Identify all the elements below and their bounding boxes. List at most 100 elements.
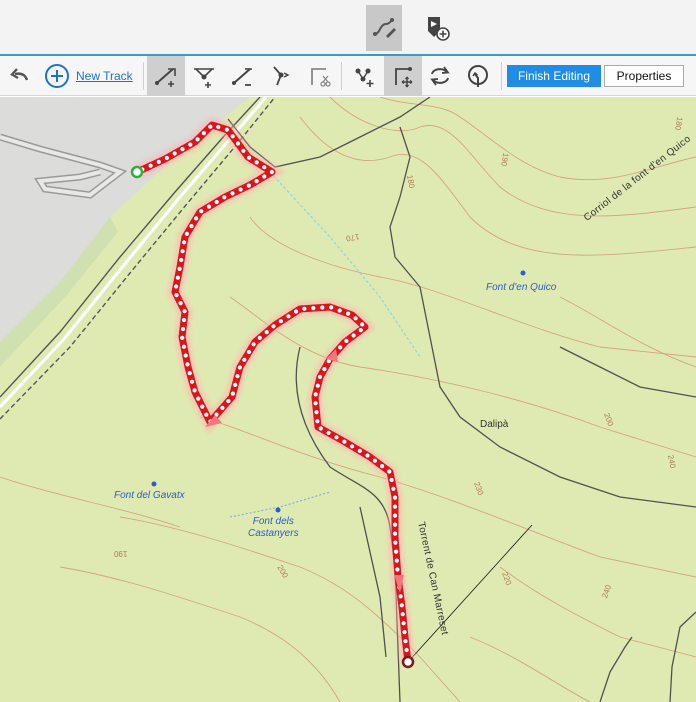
- track-point[interactable]: [337, 308, 342, 313]
- undo-button[interactable]: [2, 56, 38, 96]
- track-point[interactable]: [226, 399, 231, 404]
- track-point[interactable]: [322, 367, 327, 372]
- track-point[interactable]: [399, 603, 404, 608]
- track-point[interactable]: [246, 349, 252, 355]
- track-point[interactable]: [262, 165, 267, 170]
- track-point[interactable]: [317, 374, 323, 379]
- track-point[interactable]: [393, 540, 398, 545]
- track-point[interactable]: [358, 328, 363, 333]
- track-point[interactable]: [403, 639, 408, 644]
- track-point[interactable]: [238, 187, 243, 192]
- track-point[interactable]: [402, 630, 407, 635]
- track-point[interactable]: [257, 335, 262, 340]
- track-start-marker[interactable]: [130, 165, 144, 179]
- track-point[interactable]: [392, 504, 398, 509]
- track-point[interactable]: [315, 419, 320, 424]
- track-point[interactable]: [314, 410, 319, 415]
- track-point[interactable]: [344, 338, 349, 343]
- track-point[interactable]: [214, 199, 219, 205]
- insert-point-tool[interactable]: [185, 56, 223, 96]
- track-point[interactable]: [190, 379, 195, 384]
- track-point[interactable]: [398, 594, 403, 599]
- track-point[interactable]: [315, 383, 320, 388]
- track-point[interactable]: [182, 309, 187, 314]
- track-point[interactable]: [392, 522, 398, 527]
- map-canvas[interactable]: [0, 97, 696, 702]
- track-point[interactable]: [185, 362, 190, 367]
- track-point[interactable]: [189, 224, 194, 229]
- track-point[interactable]: [329, 305, 334, 310]
- track-point[interactable]: [241, 148, 246, 153]
- track-point[interactable]: [342, 439, 347, 444]
- track-point[interactable]: [251, 342, 256, 347]
- track-point[interactable]: [235, 374, 240, 379]
- track-point[interactable]: [195, 137, 200, 142]
- track-point[interactable]: [194, 216, 199, 221]
- track-point[interactable]: [311, 306, 316, 311]
- map-view[interactable]: Font d'en Quico Font del Gavatx Font del…: [0, 97, 696, 702]
- track-point[interactable]: [230, 391, 235, 396]
- track-point[interactable]: [216, 124, 221, 130]
- move-point-tool[interactable]: [262, 56, 300, 96]
- track-point[interactable]: [302, 306, 307, 311]
- loop-track-tool[interactable]: [459, 56, 497, 96]
- track-point[interactable]: [394, 558, 399, 563]
- track-point[interactable]: [201, 131, 206, 136]
- track-point[interactable]: [184, 231, 189, 236]
- track-point[interactable]: [404, 647, 409, 653]
- track-point[interactable]: [180, 147, 185, 152]
- reverse-track-tool[interactable]: [421, 56, 459, 96]
- select-area-tool[interactable]: [384, 56, 422, 96]
- track-point[interactable]: [401, 621, 406, 626]
- track-point[interactable]: [313, 392, 318, 397]
- track-point[interactable]: [262, 174, 267, 179]
- track-point[interactable]: [204, 412, 209, 417]
- track-point[interactable]: [391, 486, 396, 491]
- track-point[interactable]: [394, 549, 399, 554]
- track-point[interactable]: [172, 151, 177, 156]
- track-point[interactable]: [224, 127, 229, 132]
- track-point[interactable]: [365, 453, 370, 458]
- track-point[interactable]: [318, 426, 323, 431]
- draw-track-tool[interactable]: [366, 5, 402, 51]
- track-point[interactable]: [350, 444, 355, 449]
- track-point[interactable]: [372, 458, 377, 463]
- track-point[interactable]: [246, 183, 251, 188]
- track-point[interactable]: [183, 353, 188, 358]
- cut-track-tool[interactable]: [300, 56, 338, 96]
- new-track-label[interactable]: New Track: [76, 69, 133, 83]
- finish-editing-button[interactable]: Finish Editing: [507, 65, 601, 87]
- track-point[interactable]: [334, 435, 339, 440]
- track-point[interactable]: [208, 124, 213, 129]
- track-point[interactable]: [294, 309, 299, 314]
- track-point[interactable]: [278, 319, 283, 324]
- track-point[interactable]: [392, 495, 398, 500]
- new-track-link[interactable]: New Track: [44, 56, 133, 96]
- track-point[interactable]: [395, 567, 400, 572]
- track-point[interactable]: [254, 179, 259, 184]
- track-point[interactable]: [313, 401, 318, 406]
- track-point[interactable]: [247, 155, 252, 160]
- track-point[interactable]: [196, 396, 201, 401]
- track-point[interactable]: [182, 240, 187, 245]
- track-point[interactable]: [187, 371, 192, 376]
- track-point[interactable]: [174, 284, 179, 289]
- track-point[interactable]: [351, 333, 356, 338]
- track-point[interactable]: [177, 266, 182, 271]
- track-point[interactable]: [338, 345, 343, 350]
- track-point[interactable]: [175, 275, 180, 280]
- draw-segment-add-tool[interactable]: [147, 56, 185, 96]
- track-point[interactable]: [326, 430, 331, 435]
- track-point[interactable]: [230, 191, 235, 196]
- track-point[interactable]: [392, 531, 398, 536]
- track-point[interactable]: [206, 204, 212, 209]
- track-point[interactable]: [164, 155, 169, 161]
- track-point[interactable]: [179, 257, 184, 263]
- track-point[interactable]: [181, 344, 186, 349]
- track-point[interactable]: [346, 311, 351, 316]
- properties-button[interactable]: Properties: [604, 65, 684, 87]
- track-point[interactable]: [188, 142, 193, 147]
- track-point[interactable]: [199, 209, 204, 214]
- track-point[interactable]: [181, 317, 187, 323]
- track-point[interactable]: [200, 404, 205, 409]
